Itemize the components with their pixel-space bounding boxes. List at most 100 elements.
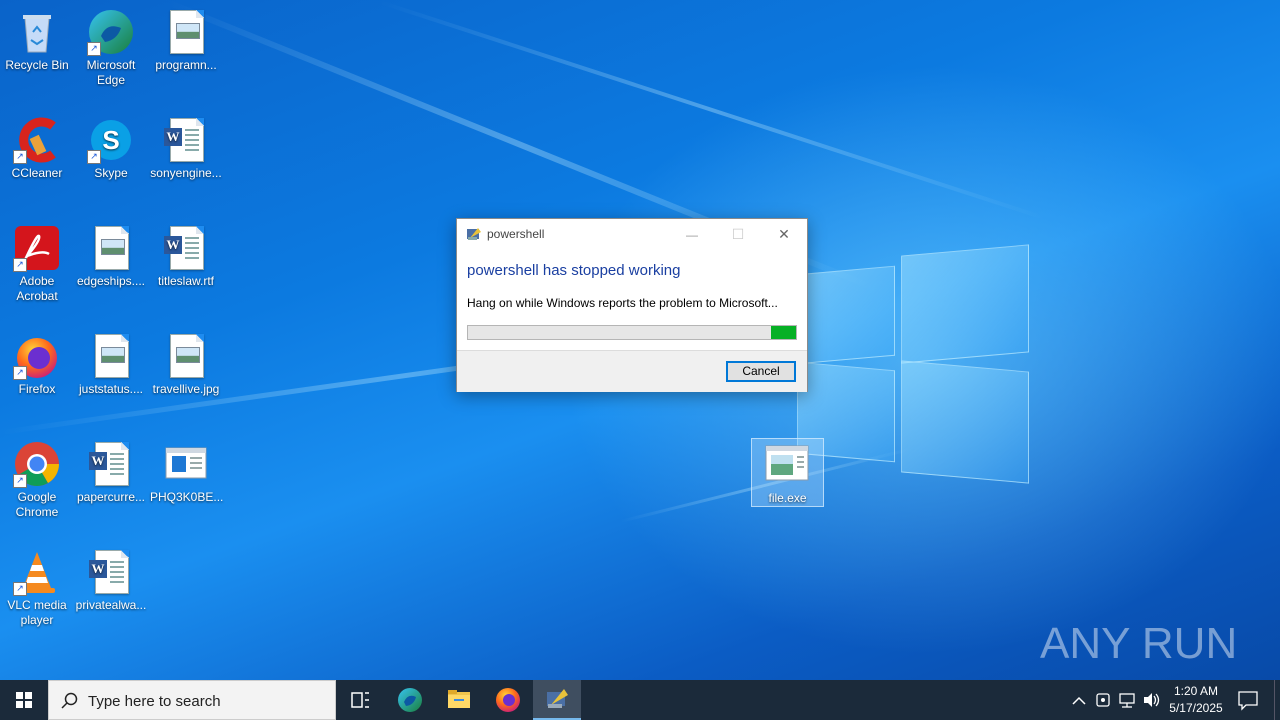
- desktop-icon-skype[interactable]: S ↗ Skype: [75, 116, 147, 181]
- taskbar-edge-button[interactable]: [386, 680, 434, 720]
- start-icon: [16, 692, 32, 708]
- taskbar: Type here to search 1:20 AM 5/17/2025: [0, 680, 1280, 720]
- desktop-icon-recycle-bin[interactable]: Recycle Bin: [1, 8, 73, 73]
- icon-label: Google Chrome: [15, 490, 59, 519]
- desktop-icon-google-chrome[interactable]: ↗ Google Chrome: [1, 440, 73, 520]
- chrome-icon: ↗: [13, 440, 61, 488]
- clock[interactable]: 1:20 AM 5/17/2025: [1164, 680, 1228, 720]
- show-desktop-button[interactable]: [1274, 680, 1280, 720]
- word-doc-icon: W: [87, 440, 135, 488]
- icon-label: Microsoft Edge: [86, 58, 136, 87]
- task-view-icon: [351, 692, 369, 708]
- skype-icon: S ↗: [87, 116, 135, 164]
- icon-label: file.exe: [768, 491, 807, 505]
- taskbar-file-explorer-button[interactable]: [435, 680, 483, 720]
- clock-time: 1:20 AM: [1173, 684, 1219, 698]
- icon-label: papercurre...: [76, 490, 146, 504]
- desktop-icon-microsoft-edge[interactable]: ↗ Microsoft Edge: [75, 8, 147, 88]
- start-button[interactable]: [0, 680, 48, 720]
- icon-label: Adobe Acrobat: [16, 274, 58, 303]
- shortcut-arrow-icon: ↗: [13, 150, 27, 164]
- desktop-icon-ccleaner[interactable]: ↗ CCleaner: [1, 116, 73, 181]
- icon-label: programn...: [155, 58, 217, 72]
- anyrun-watermark: ANY RUN: [1040, 610, 1237, 670]
- progress-fill: [771, 326, 796, 339]
- svg-text:S: S: [102, 125, 119, 155]
- shortcut-arrow-icon: ↗: [87, 150, 101, 164]
- desktop-icon-vlc-media-player[interactable]: ↗ VLC media player: [1, 548, 73, 628]
- desktop-icon-file-exe[interactable]: file.exe: [751, 438, 824, 507]
- maximize-icon: ☐: [731, 226, 745, 242]
- desktop-icon-travellive[interactable]: travellive.jpg: [150, 332, 222, 397]
- edge-icon: [398, 688, 422, 712]
- device-icon: [1096, 693, 1110, 707]
- desktop: Recycle Bin ↗ Microsoft Edge programn...…: [0, 0, 1280, 680]
- recycle-bin-icon: [13, 8, 61, 56]
- file-explorer-icon: [448, 690, 470, 708]
- desktop-icon-firefox[interactable]: ↗ Firefox: [1, 332, 73, 397]
- volume-button[interactable]: [1140, 680, 1162, 720]
- desktop-icon-papercurre[interactable]: W papercurre...: [75, 440, 147, 505]
- icon-label: edgeships....: [76, 274, 146, 288]
- network-button[interactable]: [1116, 680, 1138, 720]
- search-icon: [61, 692, 78, 709]
- chevron-up-icon: [1072, 696, 1086, 705]
- acrobat-icon: ↗: [13, 224, 61, 272]
- desktop-icon-edgeships[interactable]: edgeships....: [75, 224, 147, 289]
- taskbar-powershell-button[interactable]: [533, 680, 581, 720]
- progress-bar: [467, 325, 797, 340]
- shortcut-arrow-icon: ↗: [87, 42, 101, 56]
- powershell-crash-icon: [547, 689, 568, 708]
- desktop-icon-juststatus[interactable]: juststatus....: [75, 332, 147, 397]
- close-icon: ✕: [778, 226, 790, 242]
- image-file-icon: [162, 332, 210, 380]
- icon-label: VLC media player: [7, 598, 67, 627]
- taskbar-firefox-button[interactable]: [484, 680, 532, 720]
- network-icon: [1119, 693, 1135, 708]
- error-dialog: powershell — ☐ ✕ powershell has stopped …: [456, 218, 808, 392]
- desktop-icon-phq3k0be[interactable]: PHQ3K0BE...: [150, 440, 224, 505]
- shortcut-arrow-icon: ↗: [13, 582, 27, 596]
- search-placeholder: Type here to search: [88, 693, 221, 710]
- dialog-heading: powershell has stopped working: [467, 262, 681, 279]
- minimize-icon: —: [686, 228, 698, 242]
- search-box[interactable]: Type here to search: [48, 680, 336, 720]
- icon-label: privatealwa...: [75, 598, 147, 612]
- tray-security-button[interactable]: [1092, 680, 1114, 720]
- volume-icon: [1144, 693, 1160, 707]
- dialog-footer: Cancel: [457, 350, 807, 392]
- show-hidden-icons-button[interactable]: [1068, 680, 1090, 720]
- vlc-icon: ↗: [13, 548, 61, 596]
- icon-label: Firefox: [18, 382, 56, 396]
- desktop-icon-titleslaw[interactable]: W titleslaw.rtf: [150, 224, 222, 289]
- word-doc-icon: W: [87, 548, 135, 596]
- close-button[interactable]: ✕: [761, 219, 807, 249]
- powershell-app-icon: [466, 226, 482, 242]
- desktop-icon-adobe-acrobat[interactable]: ↗ Adobe Acrobat: [1, 224, 73, 304]
- icon-label: Recycle Bin: [5, 58, 69, 72]
- firefox-icon: [496, 688, 520, 712]
- desktop-icon-sonyengine[interactable]: W sonyengine...: [150, 116, 222, 181]
- dialog-titlebar[interactable]: powershell — ☐ ✕: [457, 219, 807, 249]
- image-file-icon: [87, 224, 135, 272]
- image-file-icon: [87, 332, 135, 380]
- ccleaner-icon: ↗: [13, 116, 61, 164]
- window-file-icon: [162, 440, 210, 488]
- notifications-button[interactable]: [1232, 680, 1264, 720]
- cancel-button[interactable]: Cancel: [726, 361, 796, 382]
- icon-label: PHQ3K0BE...: [150, 490, 224, 504]
- notification-icon: [1238, 691, 1258, 711]
- clock-date: 5/17/2025: [1169, 701, 1223, 715]
- icon-label: Skype: [94, 166, 128, 180]
- desktop-icon-privatealwa[interactable]: W privatealwa...: [75, 548, 147, 613]
- icon-label: CCleaner: [11, 166, 63, 180]
- shortcut-arrow-icon: ↗: [13, 474, 27, 488]
- light-beam: [378, 0, 1046, 221]
- task-view-button[interactable]: [336, 680, 384, 720]
- minimize-button[interactable]: —: [669, 219, 715, 249]
- desktop-icon-programn[interactable]: programn...: [150, 8, 222, 73]
- exe-file-icon: [764, 444, 810, 482]
- shortcut-arrow-icon: ↗: [13, 366, 27, 380]
- dialog-message: Hang on while Windows reports the proble…: [467, 296, 778, 310]
- word-doc-icon: W: [162, 116, 210, 164]
